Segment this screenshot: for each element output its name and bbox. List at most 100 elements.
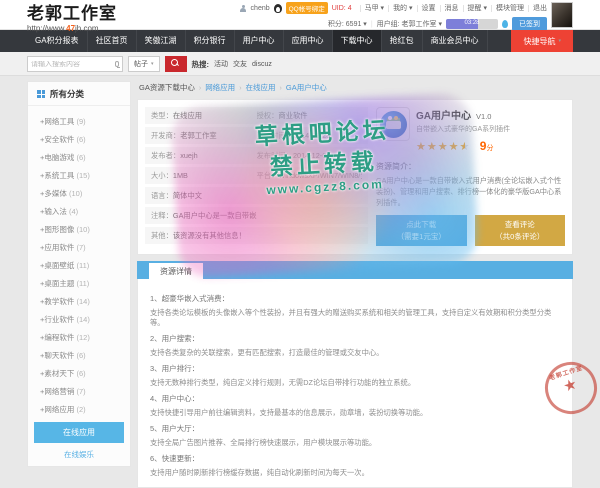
- main-nav: GA积分报表社区首页笑傲江湖积分银行用户中心应用中心下载中心抢红包商业会员中心 …: [0, 30, 600, 52]
- view-comments-button[interactable]: 查看评论（共0条评论）: [475, 215, 565, 246]
- app-icon: [376, 107, 410, 141]
- nav-item[interactable]: 积分银行: [186, 30, 235, 52]
- user-menu-item[interactable]: 消息: [440, 5, 459, 12]
- nav-item[interactable]: 商业会员中心: [423, 30, 488, 52]
- category-count: (11): [76, 279, 89, 288]
- sidebar-category-item[interactable]: +素材天下 (6): [28, 364, 130, 382]
- user-bar-row2: 积分: 6591 ▾ | 用户组: 老郭工作室 ▾ 03:28 已签到: [328, 17, 547, 31]
- feature-item: 4、用户中心： 支持快捷引导用户前往编辑资料，支持最基本的信息展示，勋章墙，装扮…: [150, 393, 560, 418]
- sidebar-category-item[interactable]: +网络营销 (7): [28, 382, 130, 400]
- sidebar-list: +网络工具 (9) +安全软件 (6) +电脑游戏 (6) +系统工具 (15)…: [28, 106, 130, 420]
- nav-item[interactable]: GA积分报表: [27, 30, 88, 52]
- hot-search-links: 活动交友 discuz: [214, 59, 277, 69]
- sidebar-category-item[interactable]: +输入法 (4): [28, 202, 130, 220]
- nav-item[interactable]: 社区首页: [88, 30, 137, 52]
- user-bar-row1: chenb QQ帐号绑定 UID: 4 马甲 ▾ 我的 ▾ 设置消息提醒 ▾ 模块管理…: [240, 2, 547, 14]
- signed-in-button[interactable]: 已签到: [512, 17, 547, 31]
- detail-row: 开发商：老郭工作室 更新时间：2014-09-28: [145, 127, 368, 144]
- content-area: 所有分类 +网络工具 (9) +安全软件 (6) +电脑游戏 (6) +系统工具…: [0, 76, 600, 488]
- uid-label: UID: 4: [332, 5, 352, 12]
- sidebar-category-item[interactable]: +聊天软件 (6): [28, 346, 130, 364]
- user-menu-item[interactable]: 退出: [528, 5, 547, 12]
- tab-resource-details[interactable]: 资源详情: [149, 263, 203, 279]
- hot-search-link[interactable]: 交友: [233, 61, 247, 68]
- feature-list: 1、超豪华嵌入式消费： 支持各类论坛模板的头像嵌入等个性装扮，并且有强大的赠送购…: [137, 279, 573, 488]
- breadcrumb-link[interactable]: ›网络应用: [199, 82, 235, 93]
- mic-icon[interactable]: [115, 61, 119, 67]
- signin-progressbar[interactable]: 03:28: [446, 19, 498, 29]
- user-menu-item[interactable]: 模块管理: [491, 5, 524, 12]
- breadcrumb: GA资源下载中心 ›网络应用 ›在线应用 ›GA用户中心: [137, 81, 573, 99]
- hot-search-label: 热搜:: [192, 59, 210, 70]
- usergroup-link[interactable]: 用户组: 老郭工作室 ▾: [377, 19, 442, 29]
- category-count: (10): [69, 189, 82, 198]
- hot-search-link[interactable]: discuz: [252, 61, 272, 68]
- sidebar-category-item[interactable]: +桌面主题 (11): [28, 274, 130, 292]
- user-menu-item[interactable]: 我的 ▾: [388, 5, 412, 12]
- nav-item[interactable]: 应用中心: [284, 30, 333, 52]
- search-input[interactable]: [31, 61, 115, 68]
- breadcrumb-link[interactable]: ›GA用户中心: [280, 82, 327, 93]
- feature-item: 5、用户大厅： 支持全局广告图片推荐、全局排行榜快速展示，用户模块展示等功能。: [150, 423, 560, 448]
- search-box: [27, 56, 123, 72]
- quick-nav-button[interactable]: 快捷导航 ▾: [511, 30, 573, 52]
- user-avatar[interactable]: [551, 2, 573, 28]
- category-count: (6): [76, 369, 85, 378]
- nav-item[interactable]: 用户中心: [235, 30, 284, 52]
- resource-version: V1.0: [476, 112, 491, 121]
- category-count: (4): [69, 207, 78, 216]
- intro-text: GA用户中心是一款自带嵌入式用户消费(全论坛嵌入式个性装扮)、管理和用户搜索、排…: [376, 175, 565, 208]
- sidebar-item-online-apps-active[interactable]: 在线应用: [34, 422, 124, 443]
- sidebar-category-item[interactable]: +网络应用 (2): [28, 400, 130, 418]
- user-menu: 马甲 ▾ 我的 ▾ 设置消息提醒 ▾ 模块管理退出: [356, 3, 547, 13]
- breadcrumb-link[interactable]: ›在线应用: [239, 82, 275, 93]
- credits-link[interactable]: 积分: 6591 ▾: [328, 19, 367, 29]
- category-count: (10): [76, 225, 89, 234]
- sidebar-title: 所有分类: [50, 88, 84, 100]
- user-menu-item[interactable]: 设置: [417, 5, 436, 12]
- sidebar-category-item[interactable]: +电脑游戏 (6): [28, 148, 130, 166]
- category-count: (6): [76, 153, 85, 162]
- search-button[interactable]: [165, 56, 187, 72]
- download-button[interactable]: 点此下载（需要1元宝）: [376, 215, 466, 246]
- category-sidebar: 所有分类 +网络工具 (9) +安全软件 (6) +电脑游戏 (6) +系统工具…: [27, 81, 131, 467]
- user-menu-item[interactable]: 提醒 ▾: [463, 5, 487, 12]
- sidebar-category-item[interactable]: +安全软件 (6): [28, 130, 130, 148]
- nav-items: GA积分报表社区首页笑傲江湖积分银行用户中心应用中心下载中心抢红包商业会员中心: [27, 30, 511, 52]
- site-logo-title: 老郭工作室: [27, 0, 117, 24]
- user-menu-item[interactable]: 马甲 ▾: [360, 5, 384, 12]
- qq-bind-badge[interactable]: QQ帐号绑定: [286, 2, 328, 14]
- nav-item[interactable]: 抢红包: [382, 30, 423, 52]
- nav-item[interactable]: 下载中心: [333, 30, 382, 52]
- category-count: (7): [76, 387, 85, 396]
- resource-card: GA用户中心V1.0 自带嵌入式豪华的GA系列插件 ★★★★★★★★★★ 9分 …: [376, 107, 565, 247]
- username-link[interactable]: chenb: [251, 5, 270, 12]
- sidebar-category-item[interactable]: +图形图像 (10): [28, 220, 130, 238]
- chevron-down-icon: ▾: [558, 38, 561, 44]
- sidebar-category-item[interactable]: +系统工具 (15): [28, 166, 130, 184]
- sidebar-category-item[interactable]: +应用软件 (7): [28, 238, 130, 256]
- sidebar-category-item[interactable]: +多媒体 (10): [28, 184, 130, 202]
- site-logo[interactable]: 老郭工作室 http://www.47jh.com: [27, 0, 117, 33]
- sidebar-category-item[interactable]: +编程软件 (12): [28, 328, 130, 346]
- sidebar-item-online-entertainment[interactable]: 在线娱乐: [28, 445, 130, 466]
- category-count: (9): [76, 117, 85, 126]
- detail-row: 语言：简体中文: [145, 187, 368, 204]
- sidebar-category-item[interactable]: +桌面壁纸 (11): [28, 256, 130, 274]
- breadcrumb-root[interactable]: GA资源下载中心: [139, 82, 195, 93]
- nav-item[interactable]: 笑傲江湖: [137, 30, 186, 52]
- detail-table: 类型：在线应用 授权：商业软件 开发商：老郭工作室 更新时间：2014-09-2…: [145, 107, 368, 247]
- category-count: (6): [76, 135, 85, 144]
- search-type-select[interactable]: 帖子 ▾: [128, 56, 160, 72]
- star-rating: ★★★★★★★★★★: [416, 142, 470, 153]
- qq-icon: [274, 4, 282, 13]
- sidebar-category-item[interactable]: +行业软件 (14): [28, 310, 130, 328]
- hot-search-link[interactable]: 活动: [214, 61, 228, 68]
- sidebar-category-item[interactable]: +网络工具 (9): [28, 112, 130, 130]
- user-icon: [240, 5, 247, 12]
- sidebar-category-item[interactable]: +教学软件 (14): [28, 292, 130, 310]
- feature-item: 3、用户排行： 支持无数种排行类型，纯自定义排行规则，无需DZ论坛自带排行功能的…: [150, 363, 560, 388]
- detail-row: 大小：1MB 平台：WindowsXP/WIN7/WIN8/安卓: [145, 167, 368, 184]
- detail-row: 注释：GA用户中心是一款自带嵌入式用户消费(全论坛嵌入式个性装扮)、管理: [145, 207, 368, 224]
- water-drop-icon: [502, 20, 508, 28]
